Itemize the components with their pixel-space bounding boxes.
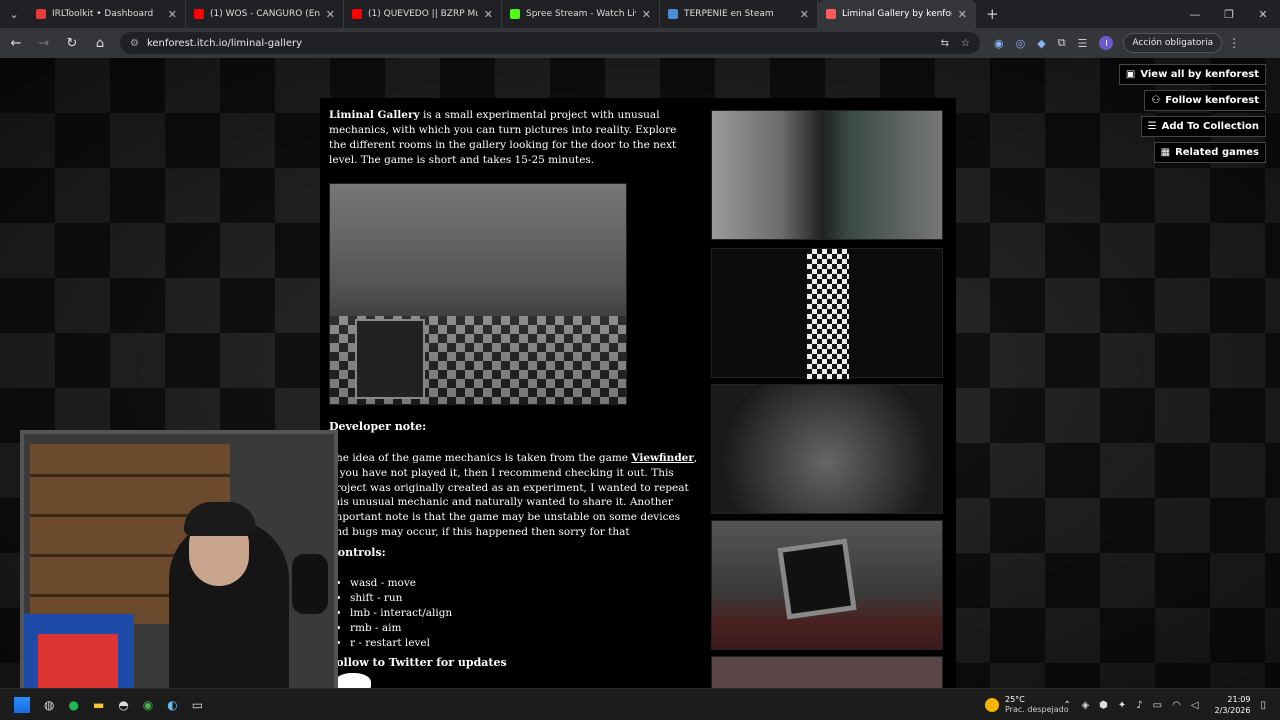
tab-irltoolkit[interactable]: IRLToolkit • Dashboard ✕ <box>28 0 186 28</box>
volume-icon[interactable]: ◁ <box>1191 700 1199 711</box>
reading-list-icon[interactable]: ☰ <box>1078 37 1088 50</box>
gallery-screenshot[interactable] <box>711 656 943 688</box>
steam-icon <box>668 9 678 19</box>
site-info-icon[interactable]: ⚙ <box>130 38 139 49</box>
tab-kick-spree[interactable]: Spree Stream - Watch Live on ✕ <box>502 0 660 28</box>
irltoolkit-icon <box>36 9 46 19</box>
app-icon[interactable]: ◓ <box>118 698 128 712</box>
action-required-button[interactable]: Acción obligatoria <box>1123 33 1223 53</box>
developer-note-heading: Developer note: <box>329 420 427 433</box>
kick-icon <box>510 9 520 19</box>
youtube-icon <box>194 9 204 19</box>
spotify-icon[interactable]: ● <box>68 698 78 712</box>
back-icon[interactable]: ← <box>4 36 28 51</box>
minimize-icon[interactable]: — <box>1178 0 1212 28</box>
restore-icon[interactable]: ❐ <box>1212 0 1246 28</box>
wifi-icon[interactable]: ◠ <box>1172 700 1181 711</box>
gallery-screenshot[interactable] <box>711 520 943 650</box>
windows-start-icon[interactable] <box>14 696 30 713</box>
gallery-screenshot[interactable] <box>711 248 943 379</box>
notifications-icon[interactable]: ▯ <box>1260 700 1266 711</box>
twitter-bird-icon[interactable] <box>335 673 371 688</box>
close-icon[interactable]: ✕ <box>800 8 809 21</box>
related-games-button[interactable]: ▦ Related games <box>1153 142 1266 163</box>
itch-user-tools: ▣ View all by kenforest ⚇ Follow kenforest… <box>1118 64 1266 163</box>
youtube-icon <box>352 9 362 19</box>
tray-app-icon[interactable]: ◈ <box>1081 700 1089 711</box>
chrome-icon[interactable]: ◉ <box>143 698 153 712</box>
weather-widget[interactable]: 25°C Prac. despejado <box>985 689 1069 720</box>
close-icon[interactable]: ✕ <box>484 8 493 21</box>
close-icon[interactable]: ✕ <box>326 8 335 21</box>
twitter-heading: Follow to Twitter for updates <box>329 656 507 669</box>
gallery-screenshot[interactable] <box>711 384 943 514</box>
chevron-up-icon[interactable]: ⌃ <box>1063 700 1071 711</box>
bookmark-star-icon[interactable]: ☆ <box>961 38 970 49</box>
tab-youtube-wos[interactable]: (1) WOS - CANGURO (En Vivo / ✕ <box>186 0 344 28</box>
address-bar[interactable]: ⚙ kenforest.itch.io/liminal-gallery ⇆ ☆ <box>120 32 980 54</box>
itchio-icon <box>826 9 836 19</box>
main-screenshot <box>329 183 627 405</box>
file-explorer-icon[interactable]: ▬ <box>93 698 104 712</box>
tab-youtube-quevedo[interactable]: (1) QUEVEDO || BZRP Music Se ✕ <box>344 0 502 28</box>
system-tray: ⌃ ◈ ⬢ ✦ ♪ ▭ ◠ ◁ 21:09 2/3/2026 ▯ <box>1063 689 1266 720</box>
tab-liminal-gallery[interactable]: Liminal Gallery by kenforest ✕ <box>818 0 976 28</box>
tray-app-icon[interactable]: ✦ <box>1118 700 1126 711</box>
add-user-icon: ⚇ <box>1151 95 1161 106</box>
translate-icon[interactable]: ⇆ <box>941 38 949 49</box>
controls-list: wasd - move shift - run lmb - interact/a… <box>350 576 452 651</box>
viewfinder-link[interactable]: Viewfinder <box>631 452 694 464</box>
list-item: shift - run <box>350 591 452 606</box>
extension-icon[interactable]: ◉ <box>994 37 1004 50</box>
profile-avatar[interactable]: I <box>1099 36 1114 50</box>
extensions-area: ◉ ◎ ◆ ⧉ ☰ I <box>994 36 1114 50</box>
app-icon[interactable]: ▭ <box>192 698 203 712</box>
browser-nav-bar: ← → ↻ ⌂ ⚙ kenforest.itch.io/liminal-gall… <box>0 28 1280 58</box>
monitor-icon[interactable]: ▭ <box>1153 700 1162 711</box>
close-icon[interactable]: ✕ <box>958 8 967 21</box>
view-all-button[interactable]: ▣ View all by kenforest <box>1118 64 1266 85</box>
webcam-overlay <box>20 430 338 700</box>
microphone-icon[interactable]: ♪ <box>1136 700 1142 711</box>
map-icon: ▦ <box>1160 147 1171 158</box>
url-text: kenforest.itch.io/liminal-gallery <box>146 37 303 49</box>
list-item: r - restart level <box>350 636 452 651</box>
obs-icon[interactable]: ◍ <box>44 698 54 712</box>
extension-icon[interactable]: ◆ <box>1037 37 1045 50</box>
close-window-icon[interactable]: ✕ <box>1246 0 1280 28</box>
weather-icon <box>985 698 999 712</box>
tab-search-icon[interactable]: ⌄ <box>0 0 28 28</box>
forward-icon[interactable]: → <box>32 36 56 51</box>
game-title: Liminal Gallery <box>329 109 420 121</box>
list-item: wasd - move <box>350 576 452 591</box>
close-icon[interactable]: ✕ <box>642 8 651 21</box>
window-controls: — ❐ ✕ <box>1178 0 1280 28</box>
more-menu-icon[interactable]: ⋮ <box>1228 36 1240 50</box>
add-list-icon: ☰ <box>1147 121 1157 132</box>
tab-steam-terpenie[interactable]: TERPENIE en Steam ✕ <box>660 0 818 28</box>
browser-tab-bar: ⌄ IRLToolkit • Dashboard ✕ (1) WOS - CAN… <box>0 0 1280 28</box>
follow-button[interactable]: ⚇ Follow kenforest <box>1144 90 1266 111</box>
reload-icon[interactable]: ↻ <box>60 36 84 51</box>
clock[interactable]: 21:09 2/3/2026 <box>1215 694 1251 716</box>
developer-note-text: The idea of the game mechanics is taken … <box>329 452 698 538</box>
extension-icon[interactable]: ◎ <box>1016 37 1026 50</box>
new-tab-icon[interactable]: + <box>986 5 999 23</box>
extensions-puzzle-icon[interactable]: ⧉ <box>1058 36 1066 50</box>
home-icon[interactable]: ⌂ <box>88 36 112 51</box>
close-icon[interactable]: ✕ <box>168 8 177 21</box>
game-description: Liminal Gallery is a small experimental … <box>329 109 677 166</box>
steam-icon[interactable]: ◐ <box>167 698 177 712</box>
list-item: rmb - aim <box>350 621 452 636</box>
game-page-content: Liminal Gallery is a small experimental … <box>320 98 956 688</box>
add-to-collection-button[interactable]: ☰ Add To Collection <box>1140 116 1266 137</box>
gallery-screenshot[interactable] <box>711 110 943 240</box>
list-item: lmb - interact/align <box>350 606 452 621</box>
tray-app-icon[interactable]: ⬢ <box>1099 700 1108 711</box>
gallery-icon: ▣ <box>1125 69 1136 80</box>
windows-taskbar: ◍ ● ▬ ◓ ◉ ◐ ▭ 25°C Prac. despejado ⌃ ◈ ⬢… <box>0 688 1280 720</box>
